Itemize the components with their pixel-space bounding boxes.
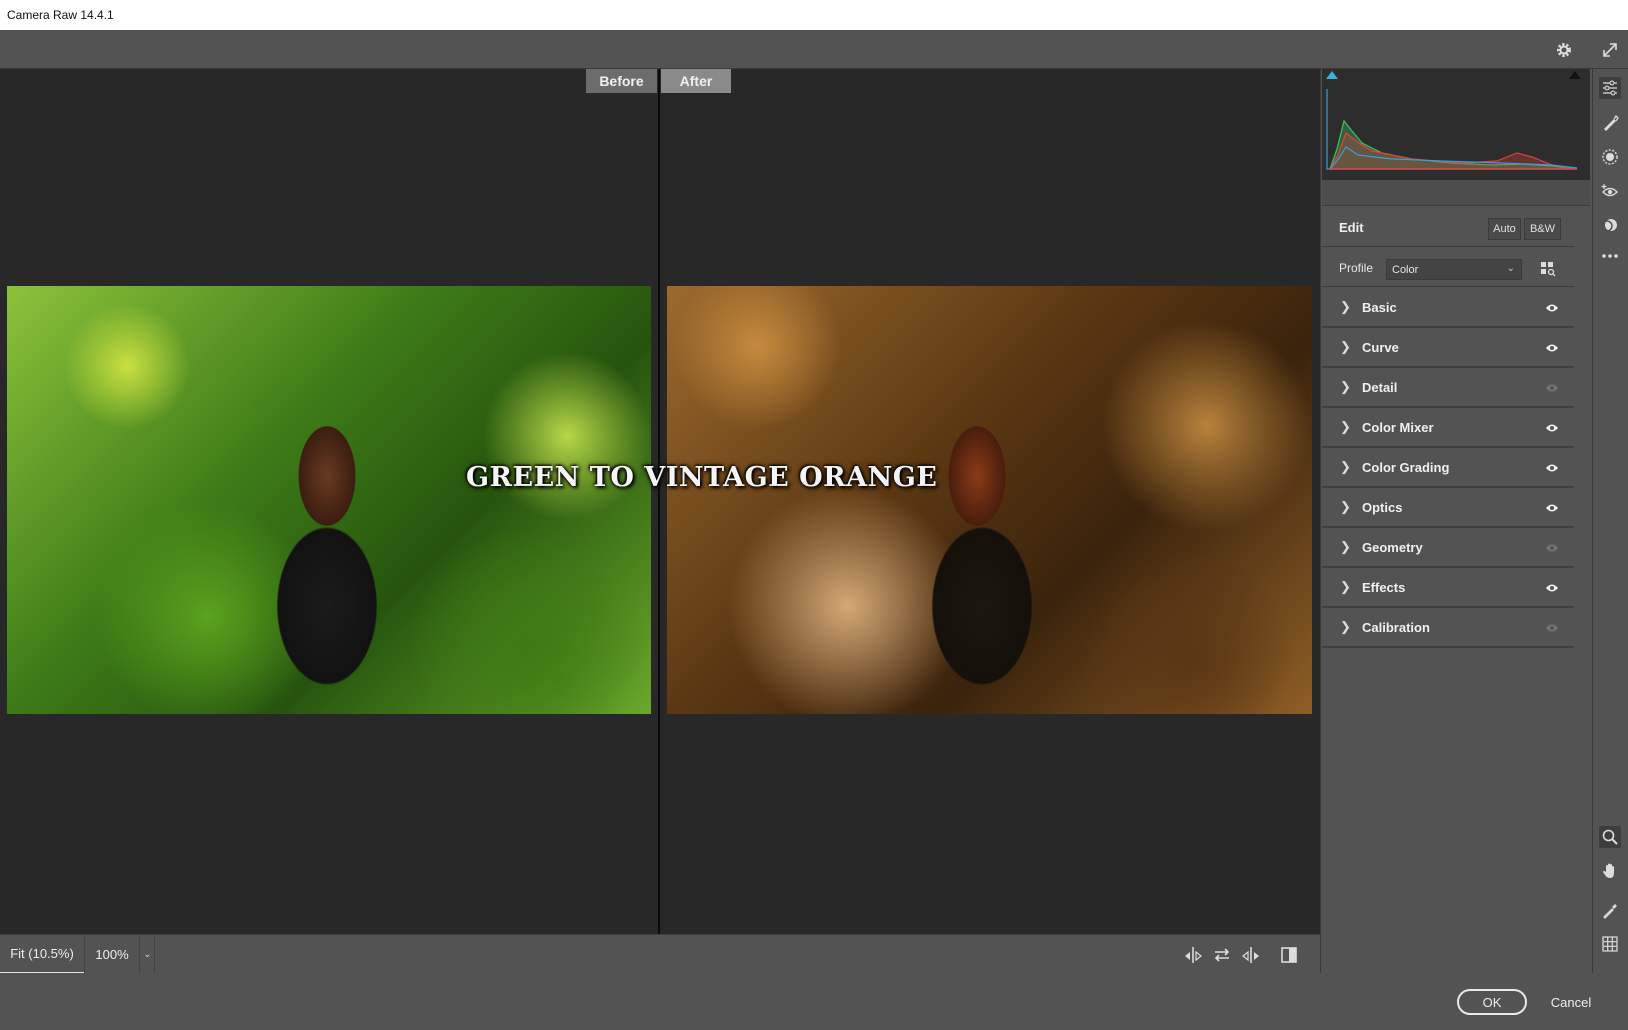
eye-icon[interactable] [1544,380,1560,396]
eye-icon[interactable] [1544,580,1560,596]
overlay-title: GREEN TO VINTAGE ORANGE [466,462,938,493]
zoom-fit-button[interactable]: Fit (10.5%) [0,935,84,974]
chevron-right-icon: ❯ [1340,299,1351,314]
after-photo [667,286,1312,714]
color-sampler-icon[interactable] [1599,900,1621,922]
section-optics[interactable]: ❯ Optics [1322,488,1574,528]
section-label: Color Mixer [1362,420,1434,435]
dialog-footer: OK Cancel [0,973,1628,1030]
section-label: Detail [1362,380,1398,395]
zoom-100-button[interactable]: 100% [84,935,140,974]
window-title-bar: Camera Raw 14.4.1 [0,0,1628,30]
eye-icon[interactable] [1544,300,1560,316]
eye-icon[interactable] [1544,460,1560,476]
histogram-info-bar [1322,180,1590,206]
section-label: Curve [1362,340,1399,355]
masking-icon[interactable] [1599,146,1621,168]
highlight-clipping-warning[interactable] [1569,71,1581,79]
section-curve[interactable]: ❯ Curve [1322,328,1574,368]
section-basic[interactable]: ❯ Basic [1322,288,1574,328]
zoom-dropdown-icon[interactable]: ⌄ [141,935,155,974]
zoom-icon[interactable] [1599,826,1621,848]
edit-title: Edit [1339,220,1364,235]
copy-settings-icon[interactable] [1240,944,1262,966]
chevron-right-icon: ❯ [1340,339,1351,354]
presets-icon[interactable] [1599,214,1621,236]
chevron-right-icon: ❯ [1340,419,1351,434]
section-label: Effects [1362,580,1406,595]
red-eye-icon[interactable] [1599,180,1621,202]
edit-sliders-icon[interactable] [1599,77,1621,99]
expand-icon[interactable] [1599,39,1621,61]
more-icon[interactable] [1599,245,1621,267]
chevron-right-icon: ❯ [1340,379,1351,394]
shadow-clipping-warning[interactable] [1326,71,1338,79]
chevron-right-icon: ❯ [1340,579,1351,594]
section-label: Calibration [1362,620,1430,635]
chevron-right-icon: ❯ [1340,539,1351,554]
section-color-grading[interactable]: ❯ Color Grading [1322,448,1574,488]
toggle-view-icon[interactable] [1278,944,1300,966]
section-calibration[interactable]: ❯ Calibration [1322,608,1574,648]
profile-select[interactable]: Color ⌄ [1386,259,1522,280]
chevron-right-icon: ❯ [1340,619,1351,634]
chevron-right-icon: ❯ [1340,459,1351,474]
before-after-divider [658,69,660,934]
section-label: Optics [1362,500,1403,515]
eye-icon[interactable] [1544,340,1560,356]
swap-before-after-icon[interactable] [1211,944,1233,966]
section-label: Color Grading [1362,460,1450,475]
healing-brush-icon[interactable] [1599,112,1621,134]
bw-button[interactable]: B&W [1524,218,1561,240]
section-effects[interactable]: ❯ Effects [1322,568,1574,608]
cancel-button[interactable]: Cancel [1545,989,1597,1015]
window-title: Camera Raw 14.4.1 [7,8,114,22]
ok-button[interactable]: OK [1457,989,1527,1015]
before-label: Before [586,69,657,93]
profile-value: Color [1392,264,1419,276]
view-bar: Fit (10.5%) 100% ⌄ [0,934,1320,974]
top-toolbar [0,30,1628,69]
chevron-right-icon: ❯ [1340,499,1351,514]
section-geometry[interactable]: ❯ Geometry [1322,528,1574,568]
eye-icon[interactable] [1544,620,1560,636]
swap-settings-icon[interactable] [1182,944,1204,966]
grid-icon[interactable] [1599,933,1621,955]
gear-icon[interactable] [1553,39,1575,61]
eye-icon[interactable] [1544,500,1560,516]
section-label: Basic [1362,300,1397,315]
chevron-down-icon: ⌄ [1506,263,1515,274]
eye-icon[interactable] [1544,540,1560,556]
section-color-mixer[interactable]: ❯ Color Mixer [1322,408,1574,448]
histogram-graph [1326,71,1581,170]
eye-icon[interactable] [1544,420,1560,436]
section-label: Geometry [1362,540,1423,555]
profile-label: Profile [1339,261,1374,275]
profile-row: Profile Color ⌄ [1322,250,1574,287]
hand-icon[interactable] [1599,860,1621,882]
auto-button[interactable]: Auto [1488,218,1521,240]
after-label: After [661,69,731,93]
profile-browser-icon[interactable] [1538,259,1558,279]
edit-header: Edit Auto B&W [1322,209,1574,247]
section-detail[interactable]: ❯ Detail [1322,368,1574,408]
before-photo [7,286,651,714]
histogram [1322,69,1590,180]
